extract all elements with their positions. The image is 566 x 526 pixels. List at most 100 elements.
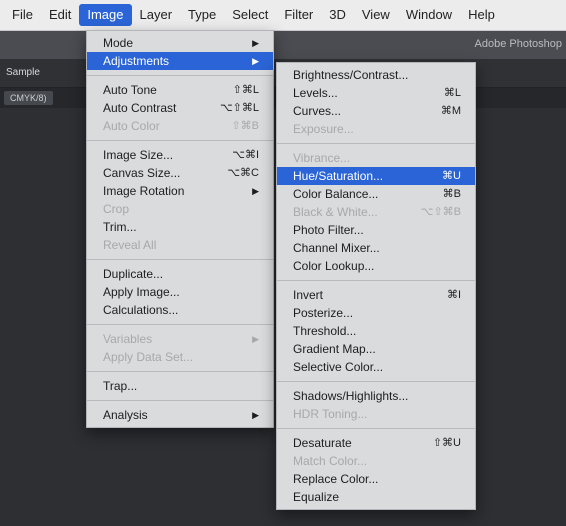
menu-item-trim[interactable]: Trim... [87, 218, 273, 236]
menu-item-label: Equalize [293, 490, 340, 504]
menu-item-label: Color Lookup... [293, 259, 375, 273]
menu-item-label: Color Balance... [293, 187, 379, 201]
menu-separator [87, 259, 273, 260]
menu-item-variables[interactable]: Variables ▶ [87, 330, 273, 348]
app-title-bar: Adobe Photoshop [0, 31, 566, 59]
menu-item-label: Analysis [103, 408, 148, 422]
menu-item-canvas-size[interactable]: Canvas Size... ⌥⌘C [87, 164, 273, 182]
menu-item-label: HDR Toning... [293, 407, 368, 421]
menu-item-label: Photo Filter... [293, 223, 364, 237]
menu-item-label: Gradient Map... [293, 342, 376, 356]
menu-item-apply-image[interactable]: Apply Image... [87, 283, 273, 301]
menu-item-curves[interactable]: Curves... ⌘M [277, 102, 475, 120]
menu-item-hue-saturation[interactable]: Hue/Saturation... ⌘U [277, 167, 475, 185]
menu-item-replace-color[interactable]: Replace Color... [277, 470, 475, 488]
menu-item-photo-filter[interactable]: Photo Filter... [277, 221, 475, 239]
menu-item-posterize[interactable]: Posterize... [277, 304, 475, 322]
menu-item-color-lookup[interactable]: Color Lookup... [277, 257, 475, 275]
menu-select[interactable]: Select [224, 4, 276, 26]
image-menu: Mode ▶ Adjustments ▶ Auto Tone ⇧⌘L Auto … [86, 30, 274, 428]
menu-item-label: Image Size... [103, 148, 174, 162]
menu-item-label: Auto Contrast [103, 101, 177, 115]
shortcut: ⌘B [442, 188, 461, 200]
menu-item-label: Brightness/Contrast... [293, 68, 409, 82]
menu-item-label: Selective Color... [293, 360, 384, 374]
menu-edit[interactable]: Edit [41, 4, 79, 26]
shortcut: ⌥⌘I [232, 149, 259, 161]
menu-item-invert[interactable]: Invert ⌘I [277, 286, 475, 304]
menu-item-threshold[interactable]: Threshold... [277, 322, 475, 340]
menu-layer[interactable]: Layer [132, 4, 181, 26]
menu-image[interactable]: Image [79, 4, 132, 26]
menu-item-auto-color[interactable]: Auto Color ⇧⌘B [87, 117, 273, 135]
menu-item-label: Apply Image... [103, 285, 180, 299]
menu-item-label: Canvas Size... [103, 166, 181, 180]
sample-label[interactable]: Sample [6, 67, 40, 78]
menu-item-label: Levels... [293, 86, 338, 100]
menu-help[interactable]: Help [460, 4, 503, 26]
shortcut: ⇧⌘B [231, 120, 259, 132]
menu-item-label: Threshold... [293, 324, 357, 338]
menu-item-label: Auto Tone [103, 83, 157, 97]
menu-item-apply-data-set[interactable]: Apply Data Set... [87, 348, 273, 366]
menu-bar: File Edit Image Layer Type Select Filter… [0, 0, 566, 31]
menu-item-image-rotation[interactable]: Image Rotation ▶ [87, 182, 273, 200]
menu-item-trap[interactable]: Trap... [87, 377, 273, 395]
menu-item-label: Auto Color [103, 119, 160, 133]
menu-view[interactable]: View [354, 4, 398, 26]
menu-item-brightness-contrast[interactable]: Brightness/Contrast... [277, 66, 475, 84]
menu-item-levels[interactable]: Levels... ⌘L [277, 84, 475, 102]
menu-item-label: Shadows/Highlights... [293, 389, 409, 403]
menu-item-analysis[interactable]: Analysis ▶ [87, 406, 273, 424]
menu-item-auto-tone[interactable]: Auto Tone ⇧⌘L [87, 81, 273, 99]
menu-item-label: Calculations... [103, 303, 179, 317]
menu-item-equalize[interactable]: Equalize [277, 488, 475, 506]
document-tab[interactable]: CMYK/8) [4, 91, 53, 105]
menu-item-label: Apply Data Set... [103, 350, 194, 364]
menu-separator [277, 143, 475, 144]
shortcut: ⌥⌘C [227, 167, 259, 179]
menu-item-desaturate[interactable]: Desaturate ⇧⌘U [277, 434, 475, 452]
submenu-arrow-icon: ▶ [252, 38, 259, 48]
menu-item-label: Black & White... [293, 205, 378, 219]
menu-item-hdr-toning[interactable]: HDR Toning... [277, 405, 475, 423]
menu-separator [87, 371, 273, 372]
menu-separator [277, 428, 475, 429]
menu-item-vibrance[interactable]: Vibrance... [277, 149, 475, 167]
menu-separator [87, 75, 273, 76]
menu-item-crop[interactable]: Crop [87, 200, 273, 218]
menu-item-exposure[interactable]: Exposure... [277, 120, 475, 138]
menu-item-duplicate[interactable]: Duplicate... [87, 265, 273, 283]
shortcut: ⇧⌘L [232, 84, 259, 96]
menu-type[interactable]: Type [180, 4, 224, 26]
menu-item-match-color[interactable]: Match Color... [277, 452, 475, 470]
menu-filter[interactable]: Filter [276, 4, 321, 26]
menu-item-mode[interactable]: Mode ▶ [87, 34, 273, 52]
menu-item-black-white[interactable]: Black & White... ⌥⇧⌘B [277, 203, 475, 221]
menu-file[interactable]: File [4, 4, 41, 26]
menu-item-auto-contrast[interactable]: Auto Contrast ⌥⇧⌘L [87, 99, 273, 117]
menu-item-label: Invert [293, 288, 324, 302]
menu-item-label: Posterize... [293, 306, 354, 320]
menu-item-calculations[interactable]: Calculations... [87, 301, 273, 319]
menu-3d[interactable]: 3D [321, 4, 354, 26]
menu-item-color-balance[interactable]: Color Balance... ⌘B [277, 185, 475, 203]
menu-item-channel-mixer[interactable]: Channel Mixer... [277, 239, 475, 257]
menu-item-label: Match Color... [293, 454, 368, 468]
shortcut: ⌘M [440, 105, 461, 117]
shortcut: ⌘L [443, 87, 461, 99]
menu-item-label: Hue/Saturation... [293, 169, 384, 183]
app-title: Adobe Photoshop [474, 38, 562, 50]
menu-item-label: Exposure... [293, 122, 354, 136]
menu-window[interactable]: Window [398, 4, 460, 26]
menu-item-label: Curves... [293, 104, 342, 118]
menu-item-adjustments[interactable]: Adjustments ▶ [87, 52, 273, 70]
menu-item-image-size[interactable]: Image Size... ⌥⌘I [87, 146, 273, 164]
menu-item-gradient-map[interactable]: Gradient Map... [277, 340, 475, 358]
menu-separator [87, 400, 273, 401]
shortcut: ⌘U [442, 170, 461, 182]
menu-item-selective-color[interactable]: Selective Color... [277, 358, 475, 376]
menu-item-shadows-highlights[interactable]: Shadows/Highlights... [277, 387, 475, 405]
menu-item-label: Trap... [103, 379, 138, 393]
menu-item-reveal-all[interactable]: Reveal All [87, 236, 273, 254]
